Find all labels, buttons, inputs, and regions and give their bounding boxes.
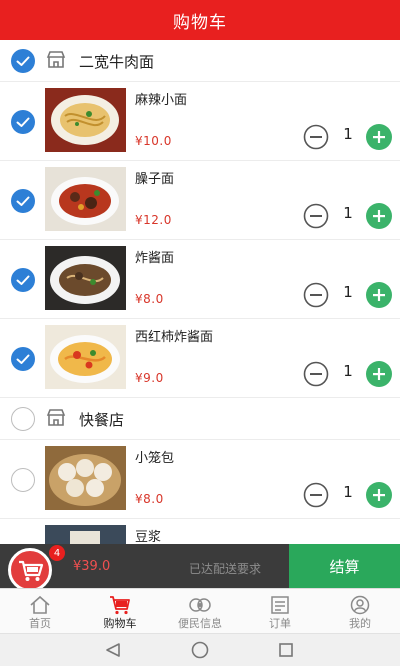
item-price: ¥12.0 [135, 213, 172, 227]
cart-item: 臊子面 ¥12.0 1 [0, 161, 400, 240]
plus-icon[interactable] [366, 124, 392, 154]
tab-label: 我的 [349, 617, 371, 630]
item-price: ¥8.0 [135, 292, 164, 306]
item-price: ¥8.0 [135, 492, 164, 506]
item-name: 炸酱面 [135, 251, 175, 266]
recents-icon[interactable] [278, 642, 294, 662]
tab-label: 首页 [29, 617, 51, 630]
cart-icon [109, 595, 131, 615]
item-quantity: 1 [343, 362, 353, 380]
floating-cart-icon[interactable] [8, 548, 52, 592]
page-title: 购物车 [173, 12, 227, 33]
tab-cart[interactable]: 购物车 [80, 593, 160, 633]
item-name: 小笼包 [135, 451, 175, 466]
cart-item: 麻辣小面 ¥10.0 1 [0, 82, 400, 161]
noodle-bowl-image [45, 167, 126, 231]
title-bar: 购物车 [0, 0, 400, 40]
tab-profile[interactable]: 我的 [320, 593, 400, 633]
cart-count-badge: 4 [49, 545, 65, 561]
item-name: 臊子面 [135, 172, 175, 187]
shop-name: 快餐店 [79, 411, 125, 429]
plus-icon[interactable] [366, 203, 392, 233]
item-name: 西红柿炸酱面 [135, 330, 214, 345]
plus-icon[interactable] [366, 482, 392, 512]
soy-milk-image [45, 525, 126, 544]
item-name: 豆浆 [135, 530, 162, 544]
tab-label: 便民信息 [178, 617, 222, 630]
back-icon[interactable] [104, 642, 122, 662]
info-icon [189, 595, 211, 615]
cart-item: 炸酱面 ¥8.0 1 [0, 240, 400, 319]
cart-total: ¥39.0 [73, 559, 111, 574]
profile-icon [349, 595, 371, 615]
item-checkbox-checked-icon[interactable] [11, 110, 35, 134]
checkout-button[interactable]: 结算 [289, 544, 400, 588]
noodle-plate-image [45, 246, 126, 310]
plus-icon[interactable] [366, 282, 392, 312]
item-price: ¥9.0 [135, 371, 164, 385]
shop-header: 快餐店 [0, 398, 400, 440]
shop-header: 二宽牛肉面 [0, 40, 400, 82]
item-checkbox-checked-icon[interactable] [11, 189, 35, 213]
cart-list[interactable]: 二宽牛肉面 麻辣小面 ¥10.0 1 臊子面 ¥12.0 1 炸酱面 ¥8.0 … [0, 40, 400, 544]
item-quantity: 1 [343, 283, 353, 301]
tab-label: 购物车 [103, 617, 137, 630]
minus-icon[interactable] [303, 124, 329, 154]
order-icon [269, 595, 291, 615]
store-icon [45, 50, 67, 74]
tab-orders[interactable]: 订单 [240, 593, 320, 633]
dumplings-image [45, 446, 126, 510]
noodle-plate-image [45, 325, 126, 389]
cart-item: 豆浆 [0, 519, 400, 544]
home-circle-icon[interactable] [191, 641, 209, 663]
home-icon [29, 595, 51, 615]
shop-checkbox-checked-icon[interactable] [11, 49, 35, 73]
item-checkbox-unchecked-icon[interactable] [11, 468, 35, 492]
noodle-bowl-image [45, 88, 126, 152]
plus-icon[interactable] [366, 361, 392, 391]
checkout-button-label: 结算 [329, 557, 360, 576]
store-icon [45, 408, 67, 432]
item-checkbox-checked-icon[interactable] [11, 347, 35, 371]
minus-icon[interactable] [303, 361, 329, 391]
tab-home[interactable]: 首页 [0, 593, 80, 633]
shop-name: 二宽牛肉面 [79, 53, 155, 71]
cart-item: 西红柿炸酱面 ¥9.0 1 [0, 319, 400, 398]
item-quantity: 1 [343, 483, 353, 501]
tab-label: 订单 [269, 617, 291, 630]
item-checkbox-checked-icon[interactable] [11, 268, 35, 292]
item-quantity: 1 [343, 125, 353, 143]
item-price: ¥10.0 [135, 134, 172, 148]
minus-icon[interactable] [303, 282, 329, 312]
minus-icon[interactable] [303, 203, 329, 233]
delivery-status: 已达配送要求 [189, 562, 262, 576]
bottom-tab-bar: 首页 购物车 便民信息 订单 我的 [0, 588, 400, 633]
item-quantity: 1 [343, 204, 353, 222]
system-navigation-bar [0, 633, 400, 666]
shop-checkbox-unchecked-icon[interactable] [11, 407, 35, 431]
app-root: 购物车 二宽牛肉面 麻辣小面 ¥10.0 1 臊子面 ¥12.0 1 炸酱面 ¥… [0, 0, 400, 666]
tab-info[interactable]: 便民信息 [160, 593, 240, 633]
cart-item: 小笼包 ¥8.0 1 [0, 440, 400, 519]
minus-icon[interactable] [303, 482, 329, 512]
item-name: 麻辣小面 [135, 93, 188, 108]
